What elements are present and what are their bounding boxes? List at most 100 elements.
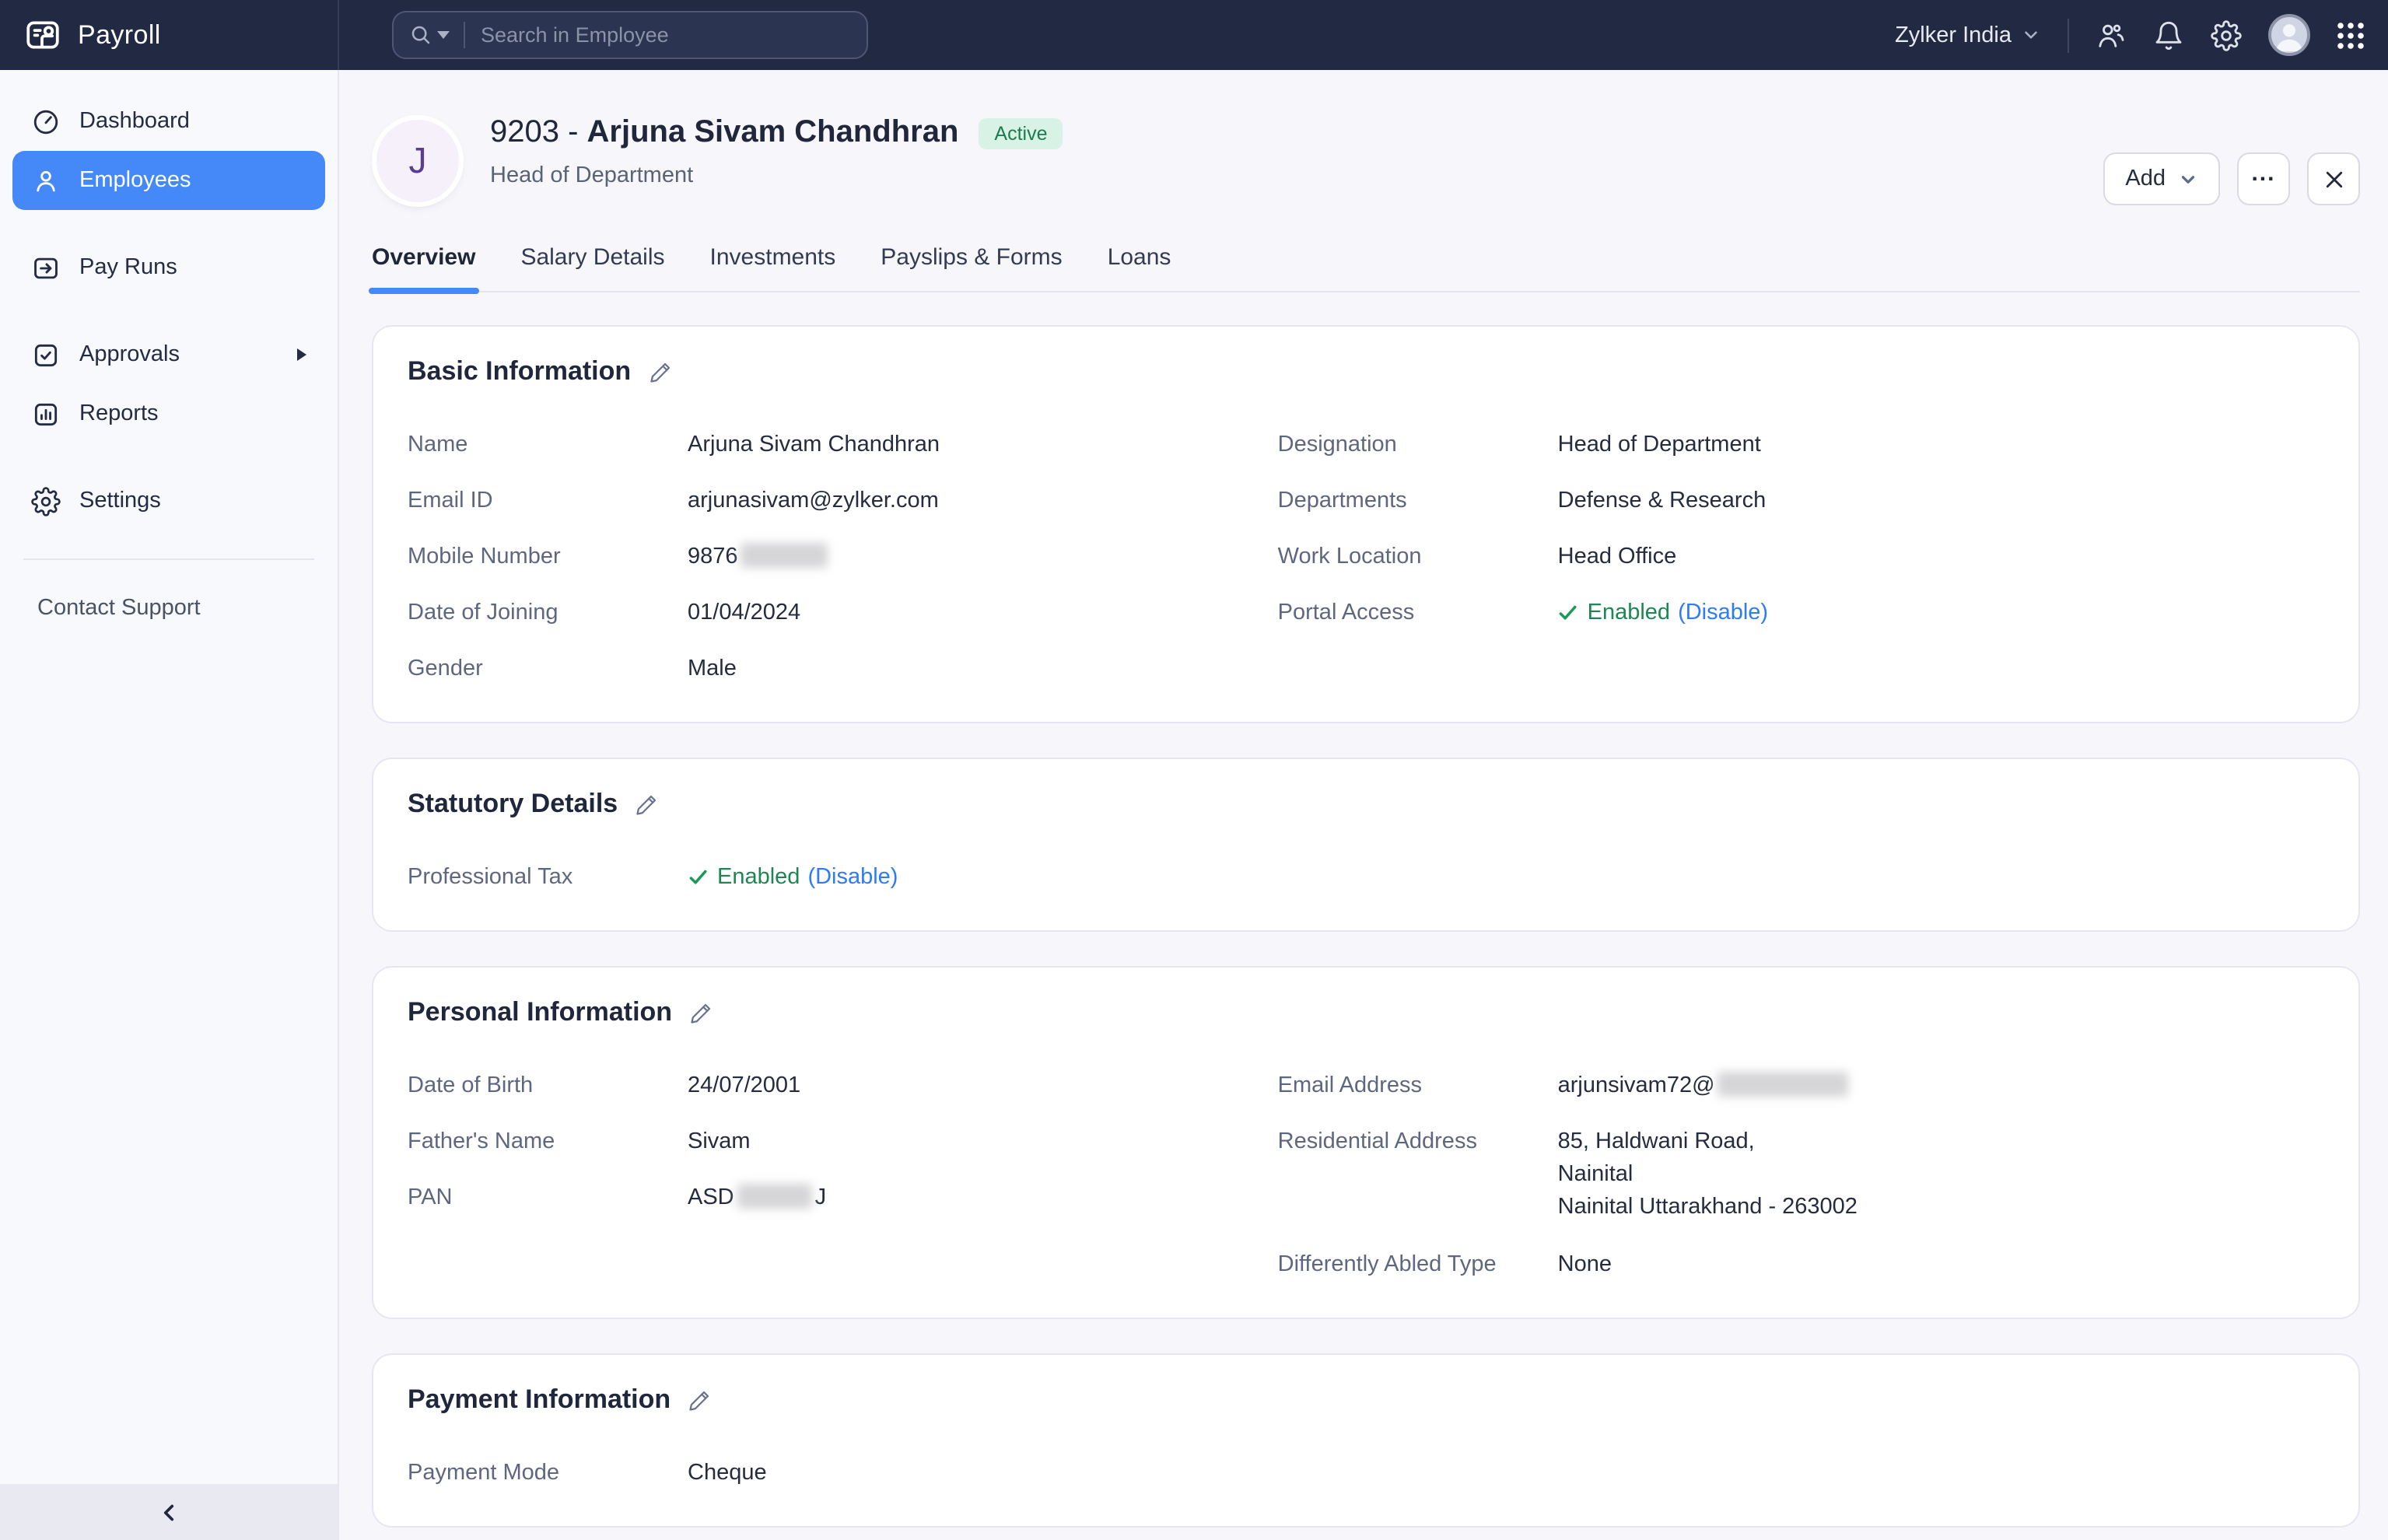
tab-investments[interactable]: Investments: [710, 244, 836, 291]
sidebar-item-label: Dashboard: [79, 109, 190, 134]
app-title: Payroll: [78, 19, 161, 51]
field-work-location: Work Location Head Office: [1278, 541, 2324, 572]
field-date-of-birth: Date of Birth 24/07/2001: [408, 1070, 1278, 1101]
sidebar-divider: [23, 558, 314, 560]
field-value: 85, Haldwani Road, Nainital Nainital Utt…: [1558, 1126, 1858, 1224]
payment-information-card: Payment Information Payment Mode Cheque: [372, 1353, 2360, 1528]
field-value: None: [1558, 1249, 1612, 1280]
field-label: PAN: [408, 1182, 688, 1213]
sidebar-item-reports[interactable]: Reports: [12, 384, 325, 443]
sidebar-collapse-button[interactable]: [0, 1484, 338, 1540]
sidebar-item-label: Approvals: [79, 342, 180, 367]
field-professional-tax: Professional Tax Enabled (Disable): [408, 862, 2324, 893]
employee-name: Arjuna Sivam Chandhran: [587, 115, 959, 149]
divider: [464, 22, 465, 48]
basic-information-card: Basic Information Name Arjuna Sivam Chan…: [372, 325, 2360, 723]
sidebar-item-pay-runs[interactable]: Pay Runs: [12, 238, 325, 297]
professional-tax-disable-link[interactable]: (Disable): [807, 862, 898, 893]
field-value: arjunsivam72@: [1558, 1070, 1852, 1101]
more-button[interactable]: ...: [2237, 152, 2290, 205]
field-value: Cheque: [688, 1458, 767, 1489]
field-label: Mobile Number: [408, 541, 688, 572]
portal-access-status: Enabled: [1588, 597, 1670, 628]
header-actions: Add ...: [2103, 152, 2360, 205]
edit-icon[interactable]: [688, 1388, 711, 1412]
chevron-down-icon: [2178, 169, 2198, 189]
check-icon: [1558, 602, 1580, 624]
search-scope-button[interactable]: [409, 23, 450, 47]
field-value: 24/07/2001: [688, 1070, 800, 1101]
field-label: Date of Joining: [408, 597, 688, 628]
sidebar: Dashboard Employees Pay Runs: [0, 70, 339, 1540]
redacted-text: [741, 543, 828, 568]
sidebar-item-label: Employees: [79, 168, 191, 193]
tab-loans[interactable]: Loans: [1108, 244, 1171, 291]
redacted-text: [737, 1184, 812, 1209]
contact-support-link[interactable]: Contact Support: [37, 596, 338, 621]
employee-title: 9203 - Arjuna Sivam Chandhran: [490, 115, 958, 151]
field-label: Name: [408, 429, 688, 460]
pay-runs-icon: [31, 253, 61, 282]
field-gender: Gender Male: [408, 653, 1278, 684]
sidebar-item-dashboard[interactable]: Dashboard: [12, 92, 325, 151]
topbar-right: Zylker India: [1895, 14, 2388, 56]
app-brand: Payroll: [0, 0, 339, 70]
sidebar-item-settings[interactable]: Settings: [12, 471, 325, 530]
field-label: Date of Birth: [408, 1070, 688, 1101]
edit-icon[interactable]: [635, 793, 658, 816]
fields-left: Date of Birth 24/07/2001 Father's Name S…: [408, 1070, 1278, 1280]
payroll-logo-icon: [23, 16, 62, 54]
app-window: Payroll Zylker India: [0, 0, 2388, 1540]
edit-icon[interactable]: [648, 360, 671, 383]
tab-payslips-forms[interactable]: Payslips & Forms: [881, 244, 1062, 291]
field-value: 9876: [688, 541, 832, 572]
main-content: J 9203 - Arjuna Sivam Chandhran Active H…: [339, 70, 2388, 1540]
employee-tabs: Overview Salary Details Investments Pays…: [372, 244, 2360, 292]
reports-icon: [31, 399, 61, 429]
bell-icon[interactable]: [2153, 19, 2184, 51]
close-button[interactable]: [2307, 152, 2360, 205]
global-search: [392, 11, 868, 59]
field-value: ASDJ: [688, 1182, 826, 1213]
tab-overview[interactable]: Overview: [372, 244, 475, 291]
field-label: Father's Name: [408, 1126, 688, 1157]
person-silhouette-icon: [2271, 17, 2307, 53]
employee-id: 9203 -: [490, 115, 587, 149]
apps-grid-icon[interactable]: [2337, 21, 2365, 49]
status-badge: Active: [979, 117, 1063, 149]
tab-salary-details[interactable]: Salary Details: [520, 244, 664, 291]
org-switcher[interactable]: Zylker India: [1895, 23, 2041, 47]
field-fathers-name: Father's Name Sivam: [408, 1126, 1278, 1157]
add-button-label: Add: [2125, 166, 2166, 191]
address-line: Nainital: [1558, 1159, 1858, 1192]
close-icon: [2322, 167, 2345, 191]
edit-icon[interactable]: [689, 1001, 713, 1024]
card-title: Personal Information: [408, 997, 672, 1028]
sidebar-nav: Dashboard Employees Pay Runs: [0, 70, 338, 1484]
card-title: Basic Information: [408, 356, 631, 387]
field-label: Differently Abled Type: [1278, 1249, 1558, 1280]
users-icon[interactable]: [2096, 19, 2127, 51]
overview-cards: Basic Information Name Arjuna Sivam Chan…: [372, 325, 2360, 1528]
field-date-of-joining: Date of Joining 01/04/2024: [408, 597, 1278, 628]
search-input[interactable]: [481, 23, 792, 47]
field-label: Designation: [1278, 429, 1558, 460]
sidebar-item-label: Reports: [79, 401, 159, 426]
portal-access-disable-link[interactable]: (Disable): [1678, 597, 1768, 628]
field-value: Sivam: [688, 1126, 751, 1157]
field-label: Email ID: [408, 485, 688, 516]
field-value: Head of Department: [1558, 429, 1761, 460]
fields-right: Designation Head of Department Departmen…: [1278, 429, 2324, 684]
sidebar-item-employees[interactable]: Employees: [12, 151, 325, 210]
submenu-arrow-icon: [297, 348, 306, 361]
add-button[interactable]: Add: [2103, 152, 2220, 205]
employee-avatar: J: [376, 120, 459, 202]
sidebar-item-label: Pay Runs: [79, 255, 177, 280]
gear-icon[interactable]: [2211, 19, 2242, 51]
address-line: Nainital Uttarakhand - 263002: [1558, 1192, 1858, 1224]
field-portal-access: Portal Access Enabled (Disable): [1278, 597, 2324, 628]
employees-icon: [31, 166, 61, 195]
sidebar-item-approvals[interactable]: Approvals: [12, 325, 325, 384]
field-label: Email Address: [1278, 1070, 1558, 1101]
user-avatar[interactable]: [2268, 14, 2310, 56]
